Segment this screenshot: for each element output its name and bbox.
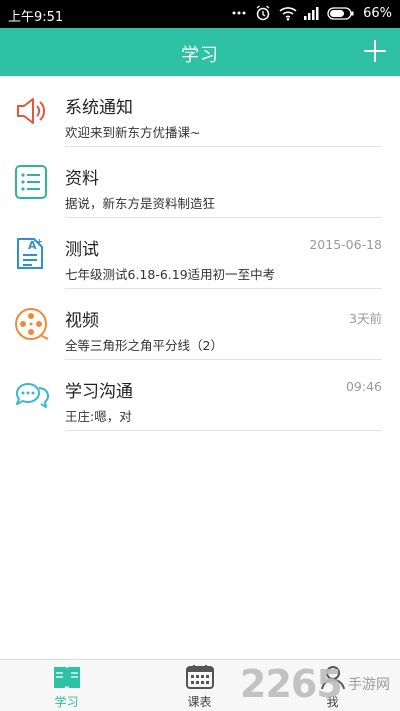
message-list: 系统通知 欢迎来到新东方优播课~ 资料 据说，新东方是资料制造狂 A + 测试 … bbox=[0, 76, 400, 431]
watermark-text: 手游网 bbox=[348, 677, 390, 693]
status-icons: 66% bbox=[231, 5, 392, 21]
status-bar: 上午9:51 66% bbox=[0, 0, 400, 28]
film-reel-icon bbox=[12, 305, 50, 343]
item-time: 09:46 bbox=[345, 379, 382, 394]
svg-text:+: + bbox=[36, 237, 43, 246]
list-item-materials[interactable]: 资料 据说，新东方是资料制造狂 bbox=[0, 147, 400, 218]
list-item-test[interactable]: A + 测试 2015-06-18 七年级测试6.18-6.19适用初一至中考 bbox=[0, 218, 400, 289]
item-preview: 七年级测试6.18-6.19适用初一至中考 bbox=[65, 267, 276, 282]
item-title: 资料 bbox=[65, 169, 99, 189]
item-time: 2015-06-18 bbox=[309, 237, 382, 252]
item-preview: 全等三角形之角平分线（2） bbox=[65, 338, 223, 353]
watermark-number: 2265 bbox=[240, 662, 343, 706]
chat-bubbles-icon bbox=[12, 376, 50, 414]
divider bbox=[65, 430, 382, 431]
battery-percent: 66% bbox=[363, 5, 392, 21]
wifi-icon bbox=[279, 5, 297, 21]
list-item-study-chat[interactable]: 学习沟通 09:46 王庄:嗯，对 bbox=[0, 360, 400, 431]
book-icon bbox=[52, 664, 82, 690]
item-preview: 王庄:嗯，对 bbox=[65, 409, 132, 424]
speaker-icon bbox=[12, 92, 50, 130]
item-title: 视频 bbox=[65, 311, 99, 331]
item-title: 测试 bbox=[65, 240, 99, 260]
document-list-icon bbox=[12, 163, 50, 201]
status-time: 上午9:51 bbox=[8, 10, 64, 25]
item-title: 系统通知 bbox=[65, 98, 133, 118]
dots-icon bbox=[231, 5, 247, 21]
tab-study[interactable]: 学习 bbox=[0, 660, 133, 711]
app-screen: 上午9:51 66% 学习 系统通知 欢迎来到新东方优播课~ 资料 据说，新东方… bbox=[0, 0, 400, 711]
add-button[interactable] bbox=[362, 38, 388, 64]
test-paper-icon: A + bbox=[12, 234, 50, 272]
alarm-icon bbox=[255, 5, 271, 21]
list-item-video[interactable]: 视频 3天前 全等三角形之角平分线（2） bbox=[0, 289, 400, 360]
item-title: 学习沟通 bbox=[65, 382, 133, 402]
item-preview: 欢迎来到新东方优播课~ bbox=[65, 125, 201, 140]
item-time: 3天前 bbox=[349, 311, 382, 326]
page-title: 学习 bbox=[181, 45, 219, 66]
app-header: 学习 bbox=[0, 28, 400, 76]
item-preview: 据说，新东方是资料制造狂 bbox=[65, 196, 216, 211]
signal-icon bbox=[303, 5, 319, 21]
watermark: 2265 手游网 bbox=[240, 660, 390, 708]
calendar-icon bbox=[185, 664, 215, 690]
list-item-notification[interactable]: 系统通知 欢迎来到新东方优播课~ bbox=[0, 76, 400, 147]
battery-icon bbox=[327, 5, 355, 21]
tab-label: 学习 bbox=[54, 695, 79, 709]
